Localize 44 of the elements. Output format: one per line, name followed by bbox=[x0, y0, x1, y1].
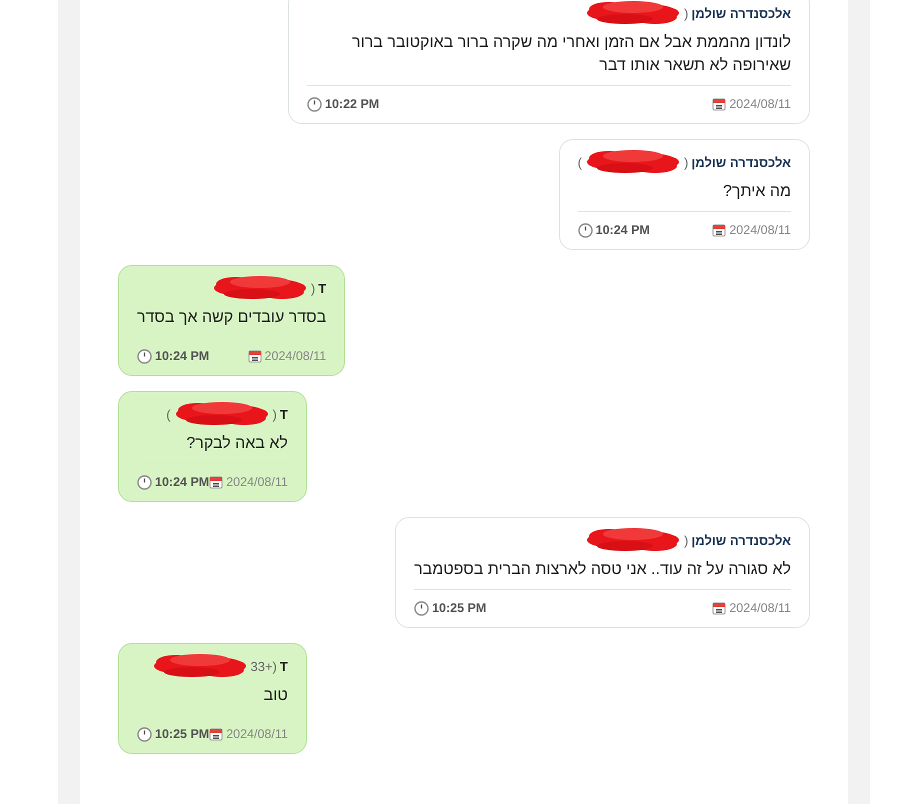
message-date: 2024/08/11 bbox=[729, 223, 791, 237]
clock-icon bbox=[307, 96, 322, 112]
sender-name: אלכסנדרה שולמן bbox=[691, 6, 791, 20]
clock-icon bbox=[137, 348, 152, 364]
calendar-icon bbox=[209, 727, 224, 741]
sender-name: אלכסנדרה שולמן bbox=[691, 154, 791, 170]
sender-name: T bbox=[318, 280, 326, 296]
clock-icon bbox=[137, 474, 152, 490]
message-text: טוב bbox=[262, 686, 288, 706]
calendar-icon bbox=[712, 601, 726, 615]
message-date: 2024/08/11 bbox=[226, 727, 288, 741]
calendar-icon bbox=[712, 97, 726, 111]
clock-icon bbox=[578, 222, 593, 238]
sender-phone: ( bbox=[272, 406, 277, 422]
sender-phone: ( bbox=[684, 532, 688, 548]
calendar-icon bbox=[248, 349, 262, 363]
sender-name: T bbox=[280, 658, 288, 674]
message-date: 2024/08/11 bbox=[226, 475, 288, 489]
calendar-icon bbox=[712, 223, 726, 237]
message-text: לא סגורה על זה עוד.. אני טסה לארצות הברית בספטמבר bbox=[414, 560, 791, 580]
message-time: 10:24 PM bbox=[155, 475, 210, 489]
calendar-icon bbox=[209, 475, 224, 489]
sender-phone: (+33 bbox=[250, 658, 277, 674]
message-text: בסדר עובדים קשה אך בסדר bbox=[137, 308, 326, 328]
message-time: 10:24 PM bbox=[596, 223, 650, 237]
message-text: לא באה לבקר? bbox=[185, 434, 288, 454]
message-date: 2024/08/11 bbox=[729, 601, 791, 615]
sender-phone: ( bbox=[310, 280, 316, 296]
message-time: 10:24 PM bbox=[155, 349, 210, 363]
clock-icon bbox=[414, 600, 430, 616]
sender-name: T bbox=[280, 406, 288, 422]
clock-icon bbox=[137, 726, 152, 742]
message-date: 2024/08/11 bbox=[729, 97, 791, 111]
message-text: לונדון מהממת אבל אם הזמן ואחרי מה שקרה ברור באוקטובר ברור שאירופה לא תשאר אותו דבר bbox=[351, 33, 791, 76]
sender-phone: ( bbox=[684, 6, 688, 20]
message-time: 10:25 PM bbox=[432, 601, 486, 615]
message-date: 2024/08/11 bbox=[264, 349, 326, 363]
sender-phone: ) bbox=[578, 154, 582, 170]
message-time: 10:22 PM bbox=[325, 97, 380, 111]
sender-name: אלכסנדרה שולמן bbox=[691, 532, 791, 548]
sender-phone: ( bbox=[684, 154, 688, 170]
message-time: 10:25 PM bbox=[155, 727, 210, 741]
message-text: מה איתך? bbox=[722, 182, 791, 202]
sender-phone: ) bbox=[166, 406, 171, 422]
